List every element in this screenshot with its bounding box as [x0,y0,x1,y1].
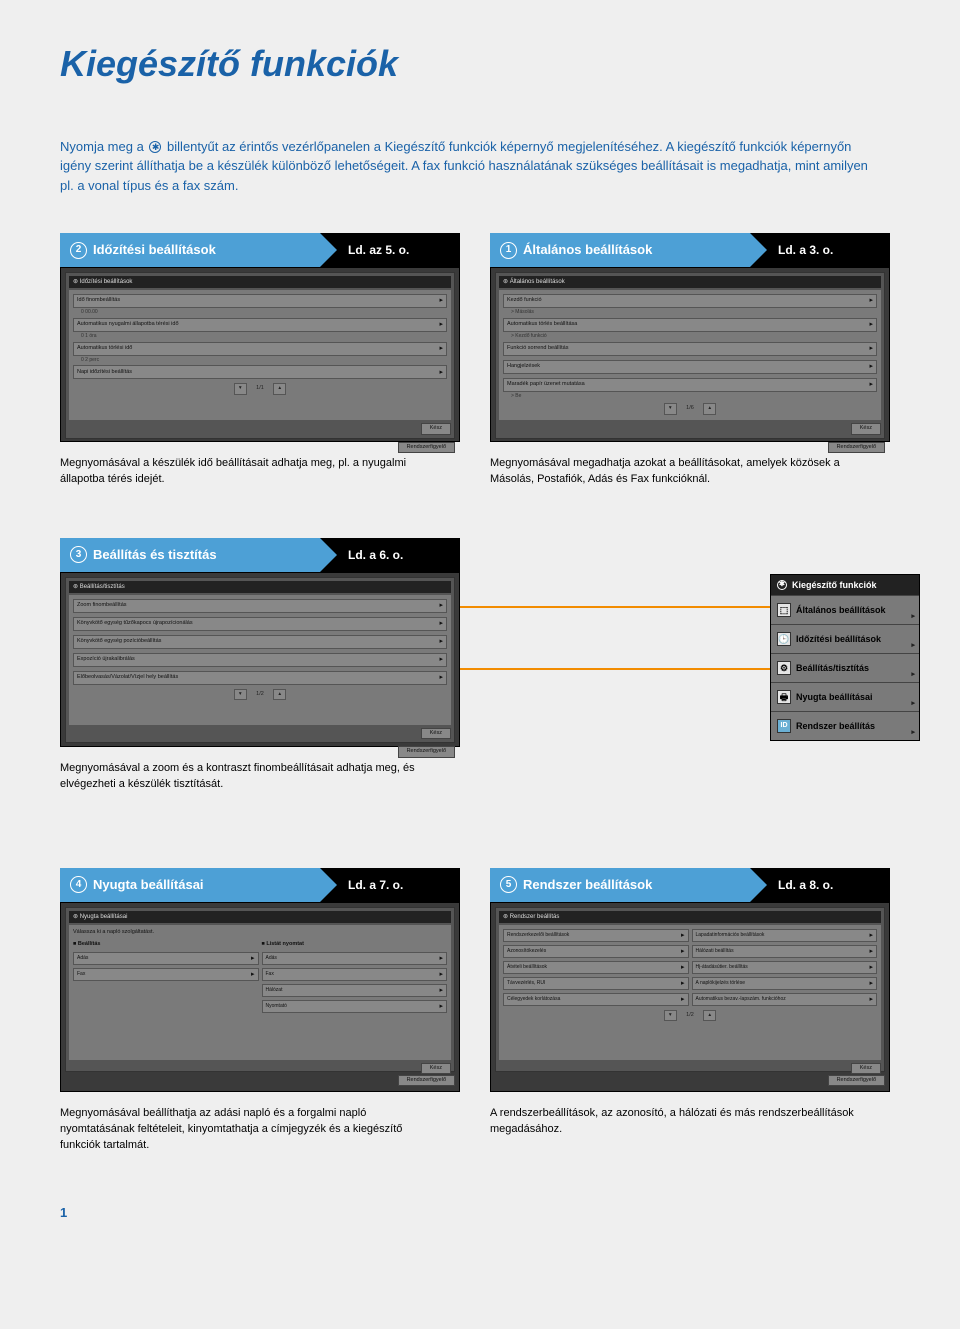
side-menu-panel: Kiegészítő funkciók ⬚ Általános beállítá… [770,574,920,741]
section-3-ref: Ld. a 6. o. [320,538,460,572]
clock-icon: 🕒 [777,632,791,646]
section-2-ref: Ld. az 5. o. [320,233,460,267]
section-1-title: Általános beállítások [523,241,652,259]
section-3-header: 3 Beállítás és tisztítás [60,538,320,572]
section-1-screenshot: ⊛ Általános beállítások Kezdő funkció▸ >… [490,267,890,442]
section-2-card: 2 Időzítési beállítások Ld. az 5. o. ⊛ I… [60,233,460,488]
section-1-header: 1 Általános beállítások [490,233,750,267]
section-3-card: 3 Beállítás és tisztítás Ld. a 6. o. ⊛ B… [60,538,460,793]
printer-icon: 🖶 [777,690,791,704]
section-2-number: 2 [70,242,87,259]
section-5-card: 5 Rendszer beállítások Ld. a 8. o. ⊛ Ren… [490,868,890,1138]
section-1-number: 1 [500,242,517,259]
side-menu-item-receipt[interactable]: 🖶 Nyugta beállításai▸ [771,682,919,711]
star-button-icon [149,141,161,153]
section-5-number: 5 [500,876,517,893]
section-5-title: Rendszer beállítások [523,876,652,894]
page-title: Kiegészítő funkciók [60,40,920,89]
side-menu-item-adjust[interactable]: ⚙ Beállítás/tisztítás▸ [771,653,919,682]
general-icon: ⬚ [777,603,791,617]
section-2-screenshot: ⊛ Időzítési beállítások Idő finombeállít… [60,267,460,442]
intro-text-a: Nyomja meg a [60,139,147,154]
section-4-header: 4 Nyugta beállításai [60,868,320,902]
side-menu-item-general[interactable]: ⬚ Általános beállítások▸ [771,595,919,624]
section-4-title: Nyugta beállításai [93,876,204,894]
section-1-card: 1 Általános beállítások Ld. a 3. o. ⊛ Ál… [490,233,890,488]
page-number: 1 [60,1204,920,1222]
section-4-number: 4 [70,876,87,893]
side-menu-title: Kiegészítő funkciók [771,575,919,595]
section-4-card: 4 Nyugta beállításai Ld. a 7. o. ⊛ Nyugt… [60,868,460,1154]
section-3-number: 3 [70,546,87,563]
section-2-title: Időzítési beállítások [93,241,216,259]
section-3-caption: Megnyomásával a zoom és a kontraszt fino… [60,761,440,793]
section-5-header: 5 Rendszer beállítások [490,868,750,902]
intro-text-b: billentyűt az érintős vezérlőpanelen a K… [60,139,868,193]
connector-line [460,668,770,670]
section-5-caption: A rendszerbeállítások, az azonosító, a h… [490,1106,870,1138]
section-2-caption: Megnyomásával a készülék idő beállításai… [60,456,440,488]
star-icon [777,580,787,590]
section-5-screenshot: ⊛ Rendszer beállítás Rendszerkezelői beá… [490,902,890,1092]
section-4-ref: Ld. a 7. o. [320,868,460,902]
gear-icon: ⚙ [777,661,791,675]
section-2-header: 2 Időzítési beállítások [60,233,320,267]
section-4-screenshot: ⊛ Nyugta beállításai Válassza ki a napló… [60,902,460,1092]
intro-paragraph: Nyomja meg a billentyűt az érintős vezér… [60,137,880,196]
id-icon: ID [777,719,791,733]
side-menu-item-timing[interactable]: 🕒 Időzítési beállítások▸ [771,624,919,653]
connector-line [460,606,770,608]
section-1-caption: Megnyomásával megadhatja azokat a beállí… [490,456,870,488]
side-menu-item-system[interactable]: ID Rendszer beállítás▸ [771,711,919,740]
section-3-screenshot: ⊛ Beállítás/tisztítás Zoom finombeállítá… [60,572,460,747]
section-1-ref: Ld. a 3. o. [750,233,890,267]
section-4-caption: Megnyomásával beállíthatja az adási napl… [60,1106,440,1154]
section-3-title: Beállítás és tisztítás [93,546,217,564]
section-5-ref: Ld. a 8. o. [750,868,890,902]
